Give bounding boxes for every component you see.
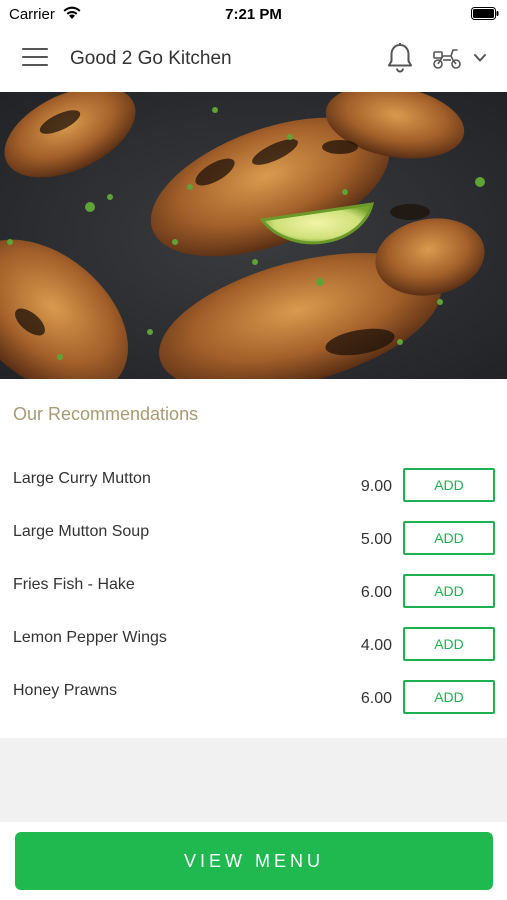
recommendation-item: Large Curry Mutton 9.00 ADD	[0, 468, 507, 523]
recommendation-item: Lemon Pepper Wings 4.00 ADD	[0, 627, 507, 682]
battery-icon	[471, 7, 499, 20]
add-button[interactable]: ADD	[403, 627, 495, 661]
item-price: 6.00	[360, 584, 392, 601]
recommendation-item: Large Mutton Soup 5.00 ADD	[0, 521, 507, 576]
item-name: Large Mutton Soup	[13, 523, 150, 540]
item-price: 9.00	[360, 478, 392, 495]
grilled-chicken-illustration	[0, 92, 507, 379]
status-bar: Carrier 7:21 PM	[0, 0, 507, 28]
recommendations-section: Our Recommendations Large Curry Mutton 9…	[0, 379, 507, 738]
add-button[interactable]: ADD	[403, 468, 495, 502]
scooter-icon[interactable]	[431, 46, 463, 70]
add-button[interactable]: ADD	[403, 680, 495, 714]
bell-icon[interactable]	[386, 42, 414, 74]
menu-icon[interactable]	[22, 48, 48, 70]
recommendation-item: Honey Prawns 6.00 ADD	[0, 680, 507, 735]
add-button[interactable]: ADD	[403, 574, 495, 608]
view-menu-button[interactable]: VIEW MENU	[15, 832, 493, 890]
footer: VIEW MENU	[0, 822, 507, 900]
recommendation-item: Fries Fish - Hake 6.00 ADD	[0, 574, 507, 629]
restaurant-title: Good 2 Go Kitchen	[70, 48, 232, 69]
empty-content-area	[0, 738, 507, 822]
item-name: Large Curry Mutton	[13, 470, 151, 487]
item-price: 4.00	[360, 637, 392, 654]
add-button[interactable]: ADD	[403, 521, 495, 555]
hero-food-image	[0, 92, 507, 379]
item-name: Fries Fish - Hake	[13, 576, 135, 593]
status-time: 7:21 PM	[225, 6, 282, 23]
item-price: 5.00	[360, 531, 392, 548]
section-title: Our Recommendations	[13, 404, 199, 424]
app-header: Good 2 Go Kitchen	[0, 28, 507, 92]
item-price: 6.00	[360, 690, 392, 707]
item-name: Honey Prawns	[13, 682, 118, 699]
item-name: Lemon Pepper Wings	[13, 629, 167, 646]
chevron-down-icon[interactable]	[472, 52, 488, 64]
